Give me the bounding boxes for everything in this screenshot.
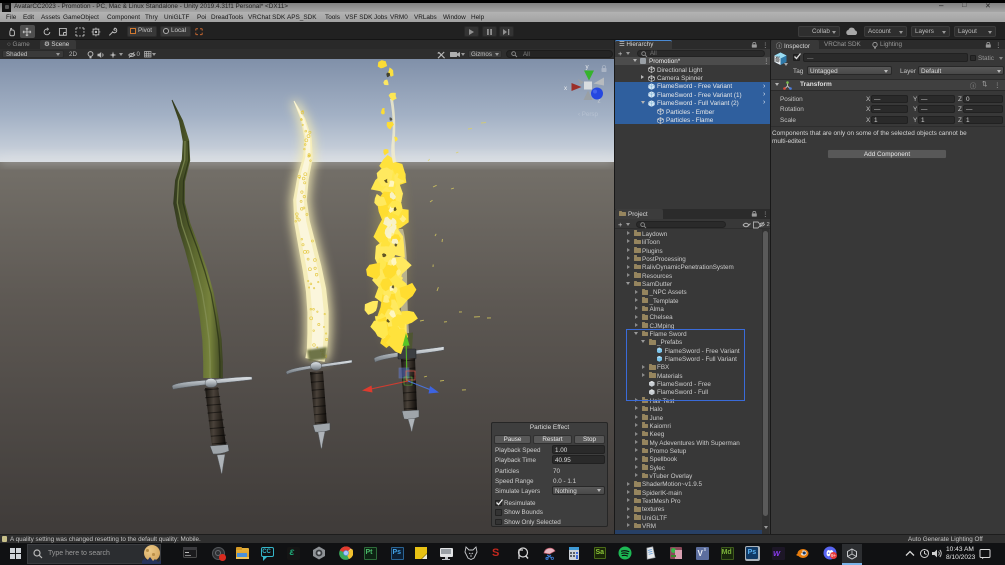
- svg-text:‹ Persp: ‹ Persp: [578, 111, 599, 118]
